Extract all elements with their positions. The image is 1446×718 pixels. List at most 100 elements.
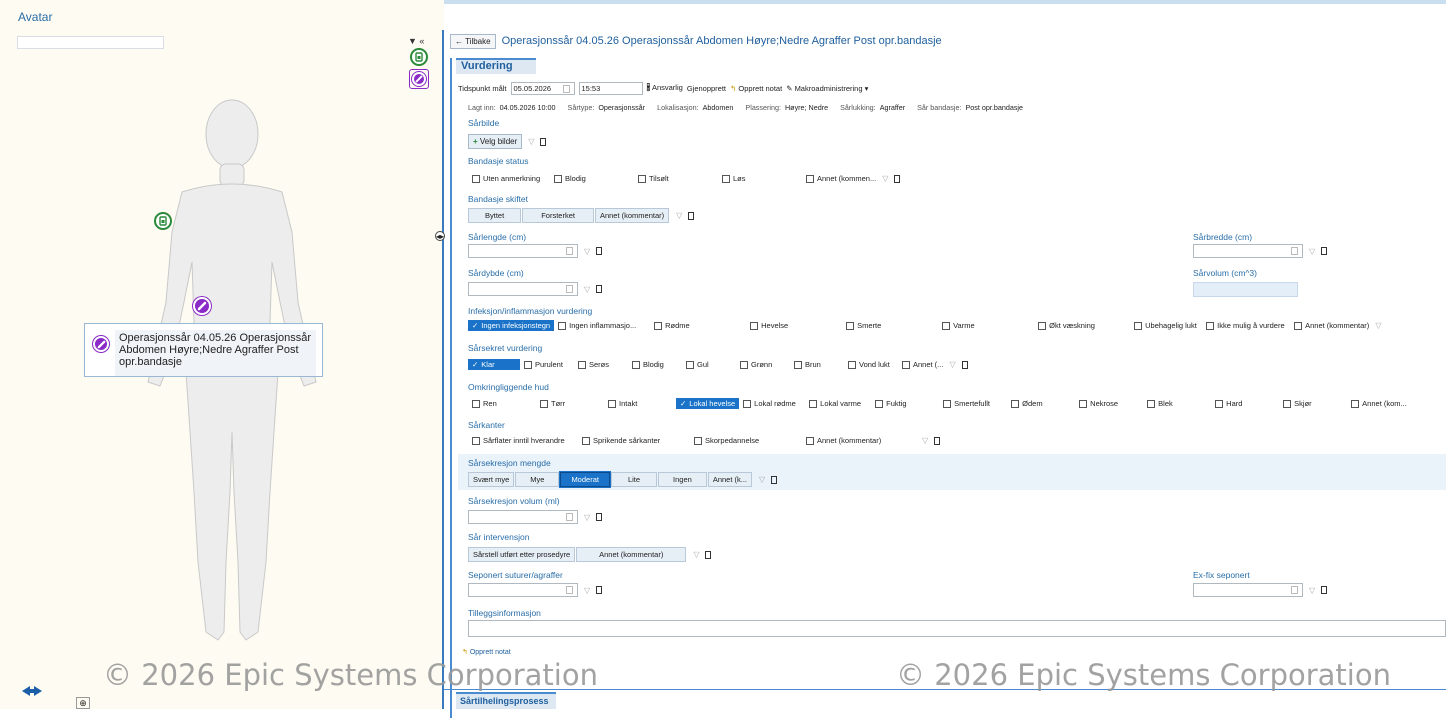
zoom-icon[interactable]: ⊕ bbox=[76, 697, 90, 709]
checkbox-odem[interactable]: Ødem bbox=[1011, 399, 1079, 408]
makro-link[interactable]: ✎ Makroadministrering ▾ bbox=[786, 84, 868, 93]
checkbox-blodig[interactable]: Blodig bbox=[554, 174, 638, 183]
device-filter-icon[interactable] bbox=[410, 48, 428, 66]
checkbox-hard[interactable]: Hard bbox=[1215, 399, 1283, 408]
option-annet[interactable]: Annet (k... bbox=[707, 472, 753, 487]
checkbox-ubehagelig-lukt[interactable]: Ubehagelig lukt bbox=[1134, 321, 1206, 330]
checkbox-uten-anmerkning[interactable]: Uten anmerkning bbox=[472, 174, 554, 183]
seponert-field[interactable] bbox=[468, 583, 578, 597]
sarlengde-field[interactable] bbox=[468, 244, 578, 258]
document-icon[interactable] bbox=[596, 247, 603, 255]
option-moderat[interactable]: Moderat bbox=[559, 471, 611, 488]
checkbox-torr[interactable]: Tørr bbox=[540, 399, 608, 408]
filter-icon[interactable]: ▽ bbox=[1309, 586, 1315, 595]
checkbox-rodme[interactable]: Rødme bbox=[654, 321, 750, 330]
document-icon[interactable] bbox=[771, 475, 778, 484]
checkbox-ren[interactable]: Ren bbox=[472, 399, 540, 408]
checkbox-varme[interactable]: Varme bbox=[942, 321, 1038, 330]
wound-marker-icon[interactable] bbox=[193, 297, 211, 315]
document-icon[interactable] bbox=[1321, 586, 1328, 594]
checkbox-sarflater[interactable]: Sårflater inntil hverandre bbox=[472, 436, 582, 445]
opprett-notat-bottom-link[interactable]: ↰ Opprett notat bbox=[462, 648, 511, 657]
filter-collapse-icon[interactable]: ▼ « bbox=[408, 36, 436, 46]
checkbox-fuktig[interactable]: Fuktig bbox=[875, 399, 943, 408]
filter-icon[interactable]: ▽ bbox=[693, 550, 699, 559]
checkbox-lokal-varme[interactable]: Lokal varme bbox=[809, 399, 875, 408]
document-icon[interactable] bbox=[596, 513, 603, 521]
document-icon[interactable] bbox=[540, 137, 547, 146]
document-icon[interactable] bbox=[894, 174, 901, 183]
option-mye[interactable]: Mye bbox=[515, 472, 560, 487]
wound-filter-icon[interactable] bbox=[409, 69, 429, 89]
filter-icon[interactable]: ▽ bbox=[676, 211, 682, 220]
device-marker-icon[interactable] bbox=[154, 212, 172, 230]
document-icon[interactable] bbox=[934, 436, 941, 445]
document-icon[interactable] bbox=[1321, 247, 1328, 255]
option-annet[interactable]: Annet (kommentar) bbox=[576, 547, 687, 562]
filter-icon[interactable]: ▽ bbox=[584, 513, 590, 522]
option-svaert-mye[interactable]: Svært mye bbox=[468, 472, 515, 487]
sekresjon-volum-field[interactable] bbox=[468, 510, 578, 524]
checkbox-okt-vaeskning[interactable]: Økt væskning bbox=[1038, 321, 1134, 330]
checkbox-brun[interactable]: Brun bbox=[794, 360, 848, 369]
document-icon[interactable] bbox=[705, 550, 712, 559]
document-icon[interactable] bbox=[596, 586, 603, 594]
option-byttet[interactable]: Byttet bbox=[468, 208, 522, 223]
checkbox-seros[interactable]: Serøs bbox=[578, 360, 632, 369]
checkbox-lokal-rodme[interactable]: Lokal rødme bbox=[743, 399, 809, 408]
checkbox-annet[interactable]: Annet (kommen... bbox=[806, 174, 876, 183]
checkbox-klar[interactable]: ✓ Klar bbox=[468, 359, 520, 370]
checkbox-tilsolt[interactable]: Tilsølt bbox=[638, 174, 722, 183]
filter-icon[interactable]: ▽ bbox=[584, 285, 590, 294]
tillegg-field[interactable] bbox=[468, 620, 1446, 637]
checkbox-skjor[interactable]: Skjør bbox=[1283, 399, 1351, 408]
avatar-search-field[interactable] bbox=[17, 36, 164, 49]
checkbox-skorpedannelse[interactable]: Skorpedannelse bbox=[694, 436, 806, 445]
checkbox-annet-kommentar[interactable]: Annet (kommentar) bbox=[1294, 321, 1369, 330]
back-button[interactable]: ← Tilbake bbox=[450, 33, 496, 49]
checkbox-annet[interactable]: Annet (... bbox=[902, 360, 943, 369]
minimize-image-icon[interactable] bbox=[20, 684, 44, 698]
option-forsterket[interactable]: Forsterket bbox=[522, 208, 594, 223]
filter-icon[interactable]: ▽ bbox=[1309, 247, 1315, 256]
document-icon[interactable] bbox=[688, 211, 695, 220]
checkbox-gronn[interactable]: Grønn bbox=[740, 360, 794, 369]
document-icon[interactable] bbox=[596, 285, 603, 293]
time-field[interactable]: 15:53 bbox=[578, 82, 643, 95]
ansvarlig-link[interactable]: 🖁 Ansvarlig bbox=[647, 82, 683, 95]
filter-icon[interactable]: ▽ bbox=[584, 586, 590, 595]
checkbox-sprikende[interactable]: Sprikende sårkanter bbox=[582, 436, 694, 445]
checkbox-smertefullt[interactable]: Smertefullt bbox=[943, 399, 1011, 408]
checkbox-vond-lukt[interactable]: Vond lukt bbox=[848, 360, 902, 369]
checkbox-smerte[interactable]: Smerte bbox=[846, 321, 942, 330]
filter-icon[interactable]: ▽ bbox=[584, 247, 590, 256]
checkbox-gul[interactable]: Gul bbox=[686, 360, 740, 369]
filter-icon[interactable]: ▽ bbox=[922, 436, 928, 445]
option-ingen[interactable]: Ingen bbox=[658, 472, 707, 487]
checkbox-purulent[interactable]: Purulent bbox=[524, 360, 578, 369]
checkbox-intakt[interactable]: Intakt bbox=[608, 399, 676, 408]
filter-icon[interactable]: ▽ bbox=[882, 174, 888, 183]
checkbox-lokal-hevelse[interactable]: ✓ Lokal hevelse bbox=[676, 398, 740, 409]
checkbox-ingen-inflammasjon[interactable]: Ingen inflammasjo... bbox=[558, 321, 654, 330]
filter-icon[interactable]: ▽ bbox=[949, 360, 955, 369]
checkbox-ingen-infeksjonstegn[interactable]: ✓ Ingen infeksjonstegn bbox=[468, 320, 555, 331]
checkbox-ikke-mulig[interactable]: Ikke mulig å vurdere bbox=[1206, 321, 1294, 330]
velg-bilder-button[interactable]: + Velg bilder bbox=[468, 134, 523, 149]
checkbox-blodig[interactable]: Blodig bbox=[632, 360, 686, 369]
opprett-notat-link[interactable]: ↰ Opprett notat bbox=[730, 84, 782, 93]
filter-icon[interactable]: ▽ bbox=[759, 475, 765, 484]
checkbox-annet[interactable]: Annet (kom... bbox=[1351, 399, 1407, 408]
option-annet[interactable]: Annet (kommentar) bbox=[594, 208, 670, 223]
checkbox-hevelse[interactable]: Hevelse bbox=[750, 321, 846, 330]
filter-icon[interactable]: ▽ bbox=[528, 137, 534, 146]
sardybde-field[interactable] bbox=[468, 282, 578, 296]
checkbox-los[interactable]: Løs bbox=[722, 174, 806, 183]
sarbredde-field[interactable] bbox=[1193, 244, 1303, 258]
checkbox-annet-kommentar[interactable]: Annet (kommentar) bbox=[806, 436, 916, 445]
gjenopprett-link[interactable]: Gjenopprett bbox=[687, 84, 726, 93]
document-icon[interactable] bbox=[961, 360, 968, 369]
date-field[interactable]: 05.05.2026 bbox=[510, 82, 575, 95]
option-sarstell[interactable]: Sårstell utført etter prosedyre bbox=[468, 547, 576, 562]
checkbox-blek[interactable]: Blek bbox=[1147, 399, 1215, 408]
